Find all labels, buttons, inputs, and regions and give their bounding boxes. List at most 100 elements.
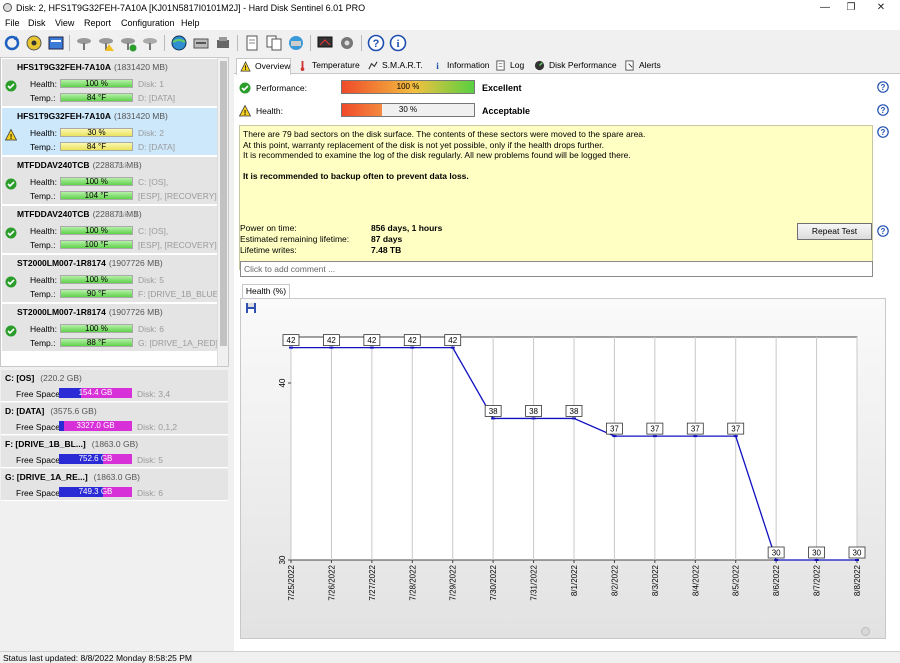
- data-label: 38: [570, 407, 579, 416]
- volume-label: F: [DRIVE_1B_BL...]: [5, 439, 86, 449]
- disk-tool-2-icon[interactable]: [141, 34, 159, 52]
- temp-label: Temp.:: [30, 289, 56, 299]
- health-chart-svg: 7/25/2022 7/26/2022 7/27/2022 7/28/2022 7/29…: [278, 334, 866, 601]
- help-icon[interactable]: ?: [877, 104, 889, 116]
- y-tick-label: 30: [278, 555, 287, 564]
- data-label: 42: [367, 336, 376, 345]
- menu-help[interactable]: Help: [181, 18, 200, 28]
- info-icon[interactable]: i: [389, 34, 407, 52]
- volume-item[interactable]: G: [DRIVE_1A_RE...] (1863.0 GB) Free Space…: [1, 469, 228, 501]
- smart-icon: [368, 61, 378, 70]
- tab-alerts[interactable]: Alerts: [621, 58, 663, 74]
- title-bar[interactable]: Disk: 2, HFS1T9G32FEH-7A10A [KJ01N5817I0…: [0, 0, 900, 16]
- free-space-bar: 752.6 GB: [59, 454, 132, 464]
- settings-icon[interactable]: [338, 34, 356, 52]
- disk-item[interactable]: ST2000LM007-1R8174 (1907726 MB) Health: 100…: [2, 255, 221, 303]
- volume-item[interactable]: D: [DATA] (3575.6 GB) Free Space 3327.0 GB D…: [1, 403, 228, 435]
- disk-item[interactable]: MTFDDAV240TCB (228871 MB) Health: 100 % Temp…: [2, 157, 218, 205]
- repeat-test-button[interactable]: Repeat Test: [797, 223, 872, 240]
- menu-bar: File Disk View Report Configuration Help: [0, 16, 900, 30]
- scroll-knob[interactable]: [861, 627, 870, 636]
- svg-text:?: ?: [881, 227, 886, 236]
- document-icon[interactable]: [243, 34, 261, 52]
- comment-field[interactable]: Click to add comment ...: [240, 261, 873, 277]
- maximize-button[interactable]: ❐: [836, 0, 866, 16]
- disk-item[interactable]: HFS1T9G32FEH-7A10A (1831420 MB) Health: 100…: [2, 59, 218, 107]
- lifetime-writes-label: Lifetime writes:: [240, 245, 297, 255]
- volume-label: G: [DRIVE_1A_RE...]: [5, 472, 88, 482]
- menu-disk[interactable]: Disk: [28, 18, 46, 28]
- data-label: 37: [650, 425, 659, 434]
- free-space-label: Free Space: [16, 488, 60, 498]
- temp-bar: 90 °F: [60, 289, 133, 298]
- volume-list: C: [OS] (220.2 GB) Free Space 154.4 GB Disk:…: [0, 370, 229, 520]
- disk-drives: F: [DRIVE_1B_BLUE]: [138, 289, 221, 299]
- scrollbar-thumb[interactable]: [220, 61, 227, 346]
- svg-text:i: i: [396, 38, 399, 50]
- ok-check-icon: [5, 325, 17, 337]
- alerts-icon: [625, 60, 634, 71]
- volume-size: (3575.6 GB): [50, 406, 97, 416]
- disk-list-scrollbar[interactable]: [217, 58, 228, 366]
- health-bar: 30 %: [60, 128, 133, 137]
- x-tick-label: 8/3/2022: [651, 564, 660, 596]
- disk-item[interactable]: HFS1T9G32FEH-7A10A (1831420 MB)! Health: 30…: [2, 108, 218, 156]
- tab-overview[interactable]: ! Overview: [236, 58, 291, 75]
- tab-smart[interactable]: S.M.A.R.T.: [364, 58, 429, 74]
- disk-item[interactable]: ST2000LM007-1R8174 (1907726 MB) Health: 100…: [2, 304, 218, 352]
- svg-text:i: i: [436, 61, 439, 71]
- data-label: 38: [489, 407, 498, 416]
- globe-icon[interactable]: [170, 34, 188, 52]
- help-icon[interactable]: ?: [877, 81, 889, 93]
- tab-health-chart[interactable]: Health (%): [242, 284, 290, 298]
- x-tick-label: 8/5/2022: [732, 564, 741, 596]
- disk-tool-warn-icon[interactable]: [97, 34, 115, 52]
- network-icon[interactable]: [287, 34, 305, 52]
- volume-label: C: [OS]: [5, 373, 35, 383]
- refresh-icon[interactable]: [3, 34, 21, 52]
- copy-icon[interactable]: [265, 34, 283, 52]
- menu-configuration[interactable]: Configuration: [121, 18, 175, 28]
- tab-label: Information: [447, 60, 490, 70]
- save-icon[interactable]: [245, 302, 257, 314]
- help-icon[interactable]: ?: [877, 225, 889, 237]
- volume-item[interactable]: F: [DRIVE_1B_BL...] (1863.0 GB) Free Space…: [1, 436, 228, 468]
- tab-temperature[interactable]: Temperature: [294, 58, 364, 74]
- volume-disks: Disk: 6: [137, 488, 163, 498]
- disk-name: HFS1T9G32FEH-7A10A (1831420 MB): [17, 62, 168, 72]
- disk-status-icon[interactable]: [25, 34, 43, 52]
- data-label: 30: [772, 549, 781, 558]
- help-icon[interactable]: ?: [367, 34, 385, 52]
- disk-transfer-icon[interactable]: [214, 34, 232, 52]
- x-tick-label: 7/25/2022: [287, 564, 296, 600]
- disk-size: (1907726 MB): [108, 307, 163, 317]
- health-label: Health:: [256, 106, 283, 116]
- menu-file[interactable]: File: [5, 18, 20, 28]
- menu-view[interactable]: View: [55, 18, 74, 28]
- menu-report[interactable]: Report: [84, 18, 111, 28]
- power-on-time-value: 856 days, 1 hours: [371, 223, 443, 233]
- chart-scrollbar[interactable]: [241, 625, 887, 637]
- health-message-box: There are 79 bad sectors on the disk sur…: [239, 125, 873, 270]
- disk-tool-icon[interactable]: [75, 34, 93, 52]
- network-disk-icon[interactable]: [192, 34, 210, 52]
- y-tick-label: 40: [278, 378, 287, 387]
- disk-model: HFS1T9G32FEH-7A10A: [17, 62, 112, 72]
- disk-item[interactable]: MTFDDAV240TCB (228871 MB) Health: 100 % Temp…: [2, 206, 218, 254]
- tab-log[interactable]: Log: [492, 58, 530, 74]
- disk-tool-check-icon[interactable]: [119, 34, 137, 52]
- data-label: 30: [853, 549, 862, 558]
- message-line: At this point, warranty replacement of t…: [243, 139, 604, 150]
- monitor-icon[interactable]: [316, 34, 334, 52]
- warning-icon: !: [240, 61, 251, 72]
- health-bar: 100 %: [60, 177, 133, 186]
- volume-item[interactable]: C: [OS] (220.2 GB) Free Space 154.4 GB Disk:…: [1, 370, 228, 402]
- data-label: 42: [327, 336, 336, 345]
- temp-label: Temp.:: [30, 93, 56, 103]
- tab-disk-performance[interactable]: Disk Performance: [531, 58, 619, 74]
- close-button[interactable]: ✕: [866, 0, 896, 16]
- help-icon[interactable]: ?: [877, 126, 889, 138]
- data-label: 30: [812, 549, 821, 558]
- report-icon[interactable]: [47, 34, 65, 52]
- tab-information[interactable]: i Information: [429, 58, 492, 74]
